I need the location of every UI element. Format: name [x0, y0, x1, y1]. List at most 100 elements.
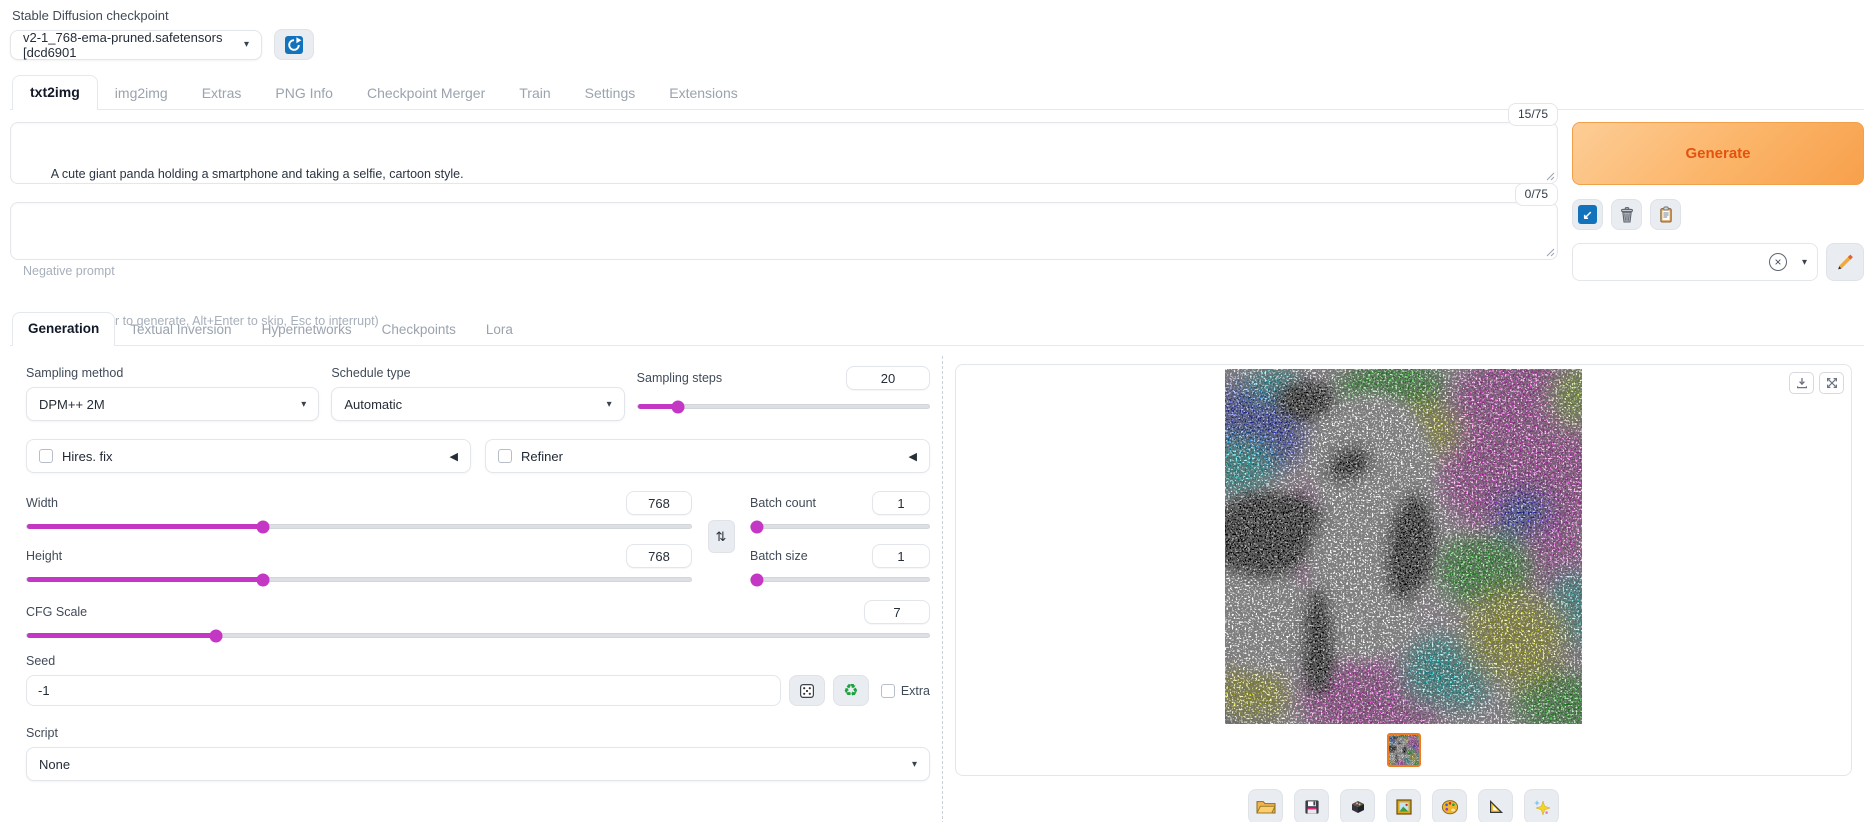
resize-grip-icon[interactable] [1546, 172, 1555, 181]
gallery-thumbnail-selected[interactable] [1387, 733, 1421, 767]
chevron-down-icon: ▾ [244, 39, 249, 50]
hires-fix-accordion[interactable]: Hires. fix ◀ [26, 439, 471, 473]
thumbnail-image [1389, 735, 1419, 765]
tab-train[interactable]: Train [502, 77, 567, 110]
seed-label: Seed [26, 654, 930, 668]
clear-styles-icon[interactable]: × [1769, 253, 1787, 271]
height-slider[interactable] [26, 577, 692, 582]
triangular-ruler-icon [1488, 799, 1504, 815]
batch-count-input[interactable]: 1 [872, 491, 930, 515]
styles-dropdown[interactable]: × ▾ [1572, 243, 1818, 281]
batch-size-input[interactable]: 1 [872, 544, 930, 568]
cfg-scale-input[interactable]: 7 [864, 600, 930, 624]
batch-count-field: Batch count 1 [750, 491, 930, 529]
extra-seed-label: Extra [901, 684, 930, 698]
resize-grip-icon[interactable] [1546, 248, 1555, 257]
tab-textual-inversion[interactable]: Textual Inversion [115, 314, 246, 346]
script-field: Script None ▾ [26, 726, 930, 781]
output-gallery [955, 364, 1852, 776]
tab-txt2img[interactable]: txt2img [12, 75, 98, 110]
archive-box-icon [1349, 799, 1367, 815]
height-input[interactable]: 768 [626, 544, 692, 568]
tab-settings[interactable]: Settings [568, 77, 653, 110]
reuse-seed-button[interactable]: ♻ [833, 675, 869, 706]
send-to-inpaint-button[interactable] [1432, 789, 1467, 822]
swap-dimensions-button[interactable]: ⇅ [708, 520, 735, 553]
refiner-accordion[interactable]: Refiner ◀ [485, 439, 930, 473]
sampling-method-value: DPM++ 2M [39, 397, 105, 412]
tab-lora[interactable]: Lora [471, 314, 528, 346]
schedule-type-value: Automatic [344, 397, 402, 412]
download-image-button[interactable] [1789, 372, 1814, 394]
negative-placeholder-line1: Negative prompt [23, 263, 1545, 280]
prompt-column: 15/75 A cute giant panda holding a smart… [10, 122, 1558, 281]
paste-parameters-button[interactable]: ↙ [1572, 199, 1603, 230]
tab-extras[interactable]: Extras [185, 77, 259, 110]
width-field: Width 768 [26, 491, 692, 529]
txt2img-page: Stable Diffusion checkpoint v2-1_768-ema… [0, 0, 1874, 822]
tab-png-info[interactable]: PNG Info [258, 77, 350, 110]
download-icon [1796, 377, 1808, 389]
checkpoint-select[interactable]: v2-1_768-ema-pruned.safetensors [dcd6901… [10, 30, 262, 60]
random-seed-button[interactable] [789, 675, 825, 706]
send-to-img2img-button[interactable] [1386, 789, 1421, 822]
sampling-steps-slider[interactable] [637, 404, 930, 409]
pencil-icon [1834, 251, 1856, 273]
prompt-input[interactable]: 15/75 A cute giant panda holding a smart… [10, 122, 1558, 184]
script-select[interactable]: None ▾ [26, 747, 930, 781]
seed-field: Seed -1 ♻ [26, 654, 930, 706]
prompt-token-counter: 15/75 [1508, 103, 1558, 126]
tab-extensions[interactable]: Extensions [652, 77, 754, 110]
tab-checkpoint-merger[interactable]: Checkpoint Merger [350, 77, 502, 110]
batch-count-slider[interactable] [750, 524, 930, 529]
save-image-button[interactable] [1294, 789, 1329, 822]
paste-arrow-icon: ↙ [1578, 205, 1597, 224]
height-label: Height [26, 549, 62, 563]
apply-styles-button[interactable] [1650, 199, 1681, 230]
checkpoint-label: Stable Diffusion checkpoint [12, 8, 1864, 23]
batch-size-field: Batch size 1 [750, 544, 930, 582]
schedule-type-select[interactable]: Automatic ▾ [331, 387, 624, 421]
send-to-extras-button[interactable] [1478, 789, 1513, 822]
hires-fix-checkbox[interactable] [39, 449, 53, 463]
extra-seed-toggle[interactable]: Extra [881, 684, 930, 698]
chevron-down-icon: ▾ [912, 759, 917, 770]
chevron-down-icon: ▾ [1802, 257, 1807, 268]
sampling-method-select[interactable]: DPM++ 2M ▾ [26, 387, 319, 421]
upscale-button[interactable] [1524, 789, 1559, 822]
batch-size-slider[interactable] [750, 577, 930, 582]
tab-checkpoints[interactable]: Checkpoints [367, 314, 471, 346]
generated-image[interactable] [1225, 369, 1582, 724]
cfg-scale-field: CFG Scale 7 [26, 600, 930, 638]
main-tabbar: txt2img img2img Extras PNG Info Checkpoi… [10, 74, 1864, 110]
accordion-row: Hires. fix ◀ Refiner ◀ [26, 439, 930, 473]
refiner-checkbox[interactable] [498, 449, 512, 463]
swap-arrows-icon: ⇅ [716, 529, 727, 545]
swap-column: ⇅ [692, 491, 750, 582]
negative-token-counter: 0/75 [1515, 183, 1558, 206]
refresh-checkpoint-button[interactable] [274, 29, 314, 60]
seed-input[interactable]: -1 [26, 675, 781, 706]
checkpoint-value: v2-1_768-ema-pruned.safetensors [dcd6901 [23, 30, 236, 60]
trash-icon [1618, 206, 1636, 224]
negative-prompt-input[interactable]: 0/75 Negative prompt (Press Ctrl+Enter t… [10, 202, 1558, 260]
cfg-scale-slider[interactable] [26, 633, 930, 638]
width-slider[interactable] [26, 524, 692, 529]
hires-fix-label: Hires. fix [62, 449, 113, 464]
expand-arrows-icon [1826, 377, 1838, 389]
generate-button[interactable]: Generate [1572, 122, 1864, 185]
output-toolbar [955, 789, 1852, 822]
clear-prompt-button[interactable] [1611, 199, 1642, 230]
width-input[interactable]: 768 [626, 491, 692, 515]
tab-hypernetworks[interactable]: Hypernetworks [247, 314, 367, 346]
palette-icon [1441, 799, 1459, 815]
fullscreen-toggle-button[interactable] [1819, 372, 1844, 394]
generate-column: Generate ↙ [1572, 122, 1864, 281]
open-folder-button[interactable] [1248, 789, 1283, 822]
tab-generation[interactable]: Generation [12, 312, 115, 346]
edit-styles-button[interactable] [1826, 243, 1864, 281]
save-zip-button[interactable] [1340, 789, 1375, 822]
tab-img2img[interactable]: img2img [98, 77, 185, 110]
prompt-region: 15/75 A cute giant panda holding a smart… [10, 110, 1864, 281]
extra-seed-checkbox[interactable] [881, 684, 895, 698]
